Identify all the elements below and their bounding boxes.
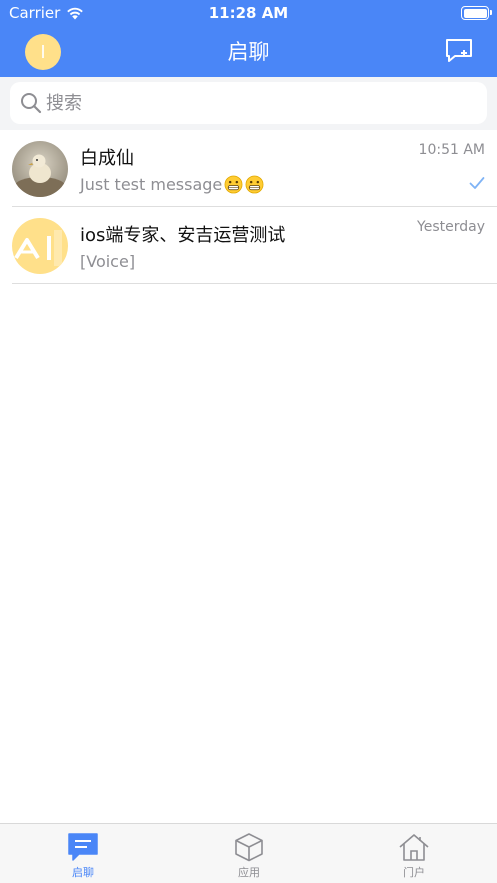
grimacing-emoji-icon bbox=[245, 175, 264, 194]
read-check-icon bbox=[469, 177, 485, 189]
search-icon bbox=[21, 93, 42, 114]
compose-message-icon[interactable] bbox=[445, 38, 473, 64]
row-divider bbox=[12, 283, 497, 284]
tab-portal[interactable]: 门户 bbox=[331, 824, 497, 883]
chat-preview: Just test message bbox=[80, 175, 264, 194]
search-box[interactable] bbox=[10, 82, 487, 124]
nav-header: Carrier 11:28 AM I 启聊 bbox=[0, 0, 497, 77]
grimacing-emoji-icon bbox=[224, 175, 243, 194]
tab-label: 应用 bbox=[238, 866, 260, 879]
chat-time: Yesterday bbox=[417, 219, 485, 235]
chat-list: 白成仙 Just test message 10:51 AM ios端专家、安吉… bbox=[0, 130, 497, 284]
contact-avatar-photo bbox=[12, 141, 68, 197]
search-bar bbox=[0, 77, 497, 130]
chat-time: 10:51 AM bbox=[418, 142, 485, 158]
status-bar: Carrier 11:28 AM bbox=[0, 0, 497, 26]
home-icon bbox=[399, 834, 429, 861]
page-title: 启聊 bbox=[227, 40, 270, 64]
tab-chat[interactable]: 启聊 bbox=[0, 824, 166, 883]
search-input[interactable] bbox=[46, 92, 466, 114]
tab-bar: 启聊 应用 门户 bbox=[0, 823, 497, 883]
chat-preview: [Voice] bbox=[80, 252, 135, 271]
battery-icon bbox=[461, 6, 492, 20]
chat-row[interactable]: 白成仙 Just test message 10:51 AM bbox=[0, 130, 497, 207]
cube-icon bbox=[235, 833, 263, 862]
contact-avatar-logo bbox=[12, 218, 68, 274]
tab-label: 门户 bbox=[403, 866, 425, 879]
chat-name: ios端专家、安吉运营测试 bbox=[80, 225, 286, 246]
chat-bubble-icon bbox=[68, 833, 98, 861]
chat-row[interactable]: ios端专家、安吉运营测试 [Voice] Yesterday bbox=[0, 207, 497, 284]
status-time: 11:28 AM bbox=[208, 4, 289, 22]
chat-name: 白成仙 bbox=[80, 148, 134, 169]
tab-apps[interactable]: 应用 bbox=[166, 824, 332, 883]
tab-label: 启聊 bbox=[72, 866, 94, 879]
chat-preview-text: Just test message bbox=[80, 175, 223, 194]
chat-preview-text: [Voice] bbox=[80, 252, 136, 271]
